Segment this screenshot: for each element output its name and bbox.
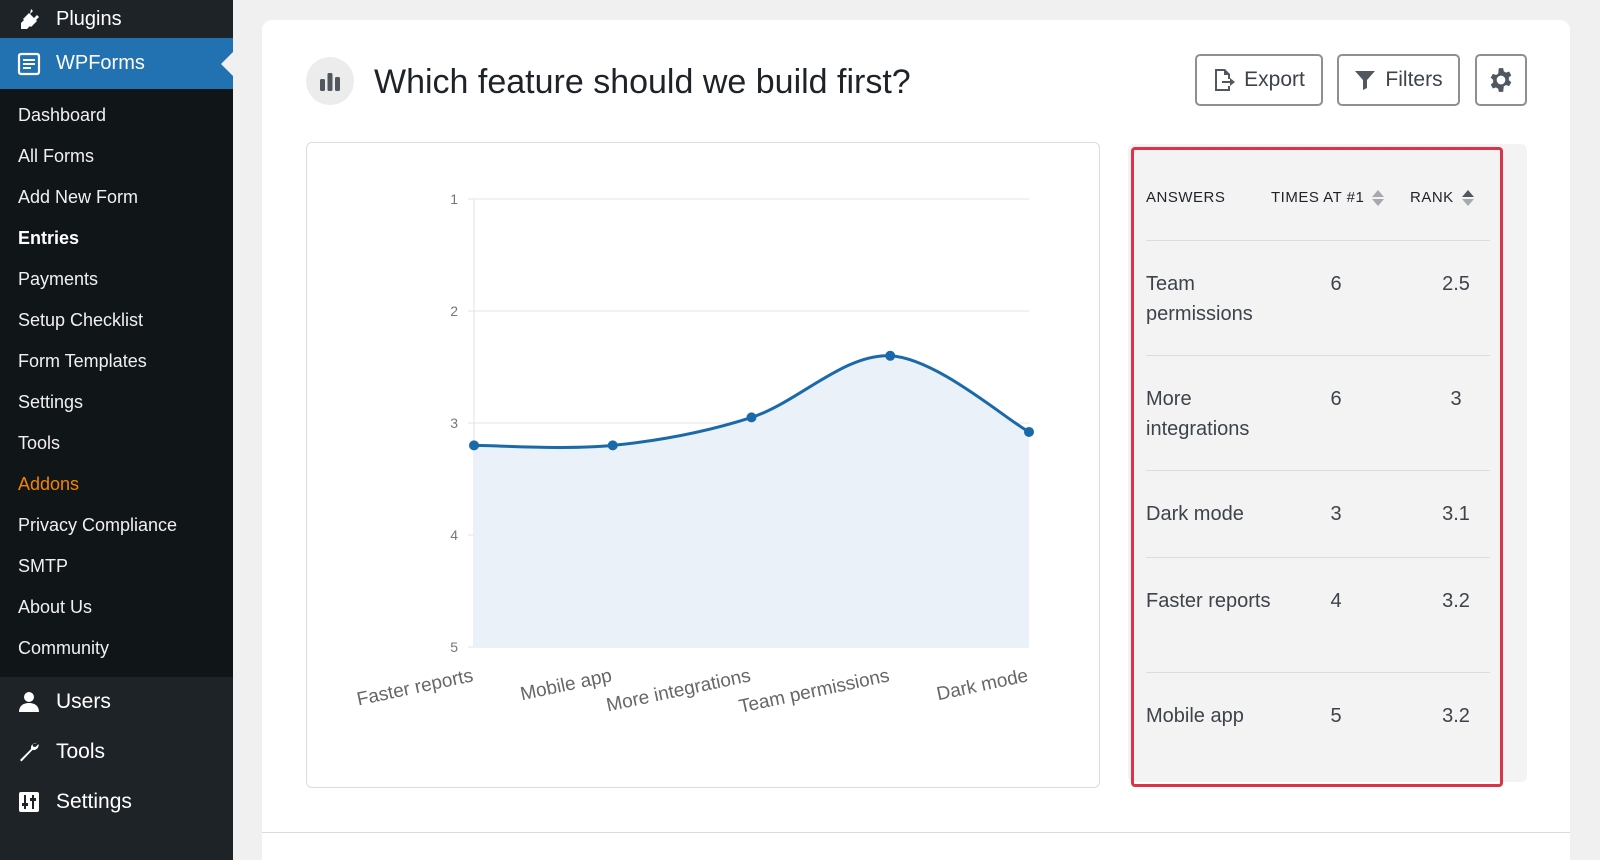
sort-asc-icon [1461,190,1474,206]
menu-tools[interactable]: Tools [0,727,233,777]
submenu-tools[interactable]: Tools [0,423,233,464]
rank-cell: 3.2 [1442,590,1470,612]
times-cell: 4 [1330,590,1342,612]
data-point[interactable] [746,412,757,423]
settings-gear-button[interactable] [1475,54,1527,106]
submenu-addons[interactable]: Addons [0,464,233,505]
col-times-at-1[interactable]: TIMES AT #1 [1271,188,1385,208]
data-point[interactable] [1024,426,1034,437]
table-row: Dark mode 3 3.1 [1146,470,1490,557]
x-tick-label: More integrations [605,665,753,716]
menu-wpforms[interactable]: WPForms [0,38,233,89]
data-point[interactable] [607,440,618,451]
answer-cell: Mobile app [1146,705,1244,727]
table-row: More integrations 6 3 [1146,355,1490,470]
sort-icon [1372,190,1385,206]
answers-table: ANSWERS TIMES AT #1 RANK Team permission… [1131,147,1503,787]
answer-cell: Dark mode [1146,503,1244,525]
submenu-privacy-compliance[interactable]: Privacy Compliance [0,505,233,546]
times-cell: 5 [1330,705,1342,727]
line-chart: 1 2 3 4 5 Faster reports Mobile appMore integ… [355,191,1034,718]
page-title: Which feature should we build first? [374,63,911,101]
section-divider [262,832,1570,833]
wpforms-submenu: Dashboard All Forms Add New Form Entries… [0,89,233,677]
table-row: Mobile app 5 3.2 [1146,672,1490,782]
y-tick-label: 4 [450,527,458,543]
col-answers: ANSWERS [1146,188,1225,208]
col-answers-label: ANSWERS [1146,189,1226,206]
chart-panel: 1 2 3 4 5 Faster reports Mobile app More integ… [306,142,1100,788]
submenu-settings[interactable]: Settings [0,382,233,423]
times-cell: 6 [1330,273,1342,295]
submenu-form-templates[interactable]: Form Templates [0,341,233,382]
x-tick-label: Faster reports [355,665,475,710]
rank-cell: 3.1 [1442,503,1470,525]
data-point[interactable] [885,350,896,361]
submenu-setup-checklist[interactable]: Setup Checklist [0,300,233,341]
rank-cell: 3.2 [1442,705,1470,727]
menu-users-label: Users [56,690,111,713]
gear-icon [1488,67,1514,93]
menu-settings[interactable]: Settings [0,777,233,827]
submenu-add-new-form[interactable]: Add New Form [0,177,233,218]
x-tick-label: Mobile app [519,665,614,705]
times-cell: 3 [1330,503,1342,525]
menu-wpforms-label: WPForms [56,52,145,74]
submenu-all-forms[interactable]: All Forms [0,136,233,177]
times-cell: 6 [1330,388,1342,410]
export-label: Export [1244,68,1305,91]
chart-area [474,355,1029,647]
admin-sidebar: Plugins WPForms Dashboard All Forms Add … [0,0,233,860]
answer-cell: Team permissions [1146,273,1253,325]
sliders-icon [16,789,42,815]
export-button[interactable]: Export [1195,54,1323,106]
submenu-smtp[interactable]: SMTP [0,546,233,587]
y-tick-label: 2 [450,303,458,319]
x-tick-label: Dark mode [935,665,1030,705]
filter-icon [1354,69,1376,91]
y-tick-label: 5 [450,639,458,655]
wrench-icon [16,739,42,765]
answer-cell: Faster reports [1146,590,1271,612]
y-tick-label: 3 [450,415,458,431]
submenu-payments[interactable]: Payments [0,259,233,300]
table-row: Team permissions 6 2.5 [1146,240,1490,355]
data-point[interactable] [469,440,479,451]
answer-cell: More integrations [1146,388,1250,440]
menu-plugins[interactable]: Plugins [0,0,233,38]
filters-label: Filters [1385,68,1443,91]
menu-settings-label: Settings [56,790,132,813]
col-rank-label: RANK [1410,189,1454,206]
filters-button[interactable]: Filters [1337,54,1460,106]
col-rank[interactable]: RANK [1410,188,1474,208]
table-row: Faster reports 4 3.2 [1146,557,1490,672]
submenu-about-us[interactable]: About Us [0,587,233,628]
col-times-label: TIMES AT #1 [1271,189,1365,206]
bar-chart-icon [306,57,354,105]
submenu-community[interactable]: Community [0,628,233,669]
y-tick-label: 1 [450,191,458,207]
rank-cell: 2.5 [1442,273,1470,295]
table-header: ANSWERS TIMES AT #1 RANK [1146,188,1490,228]
user-icon [16,689,42,715]
form-icon [16,51,42,77]
menu-users[interactable]: Users [0,677,233,727]
plug-icon [16,6,42,32]
submenu-entries[interactable]: Entries [0,218,233,259]
x-tick-label: Team permissions [737,665,891,717]
menu-plugins-label: Plugins [56,7,122,30]
menu-tools-label: Tools [56,740,106,763]
rank-cell: 3 [1450,388,1462,410]
submenu-dashboard[interactable]: Dashboard [0,95,233,136]
report-card: Which feature should we build first? Exp… [262,20,1570,860]
file-export-icon [1213,68,1236,92]
